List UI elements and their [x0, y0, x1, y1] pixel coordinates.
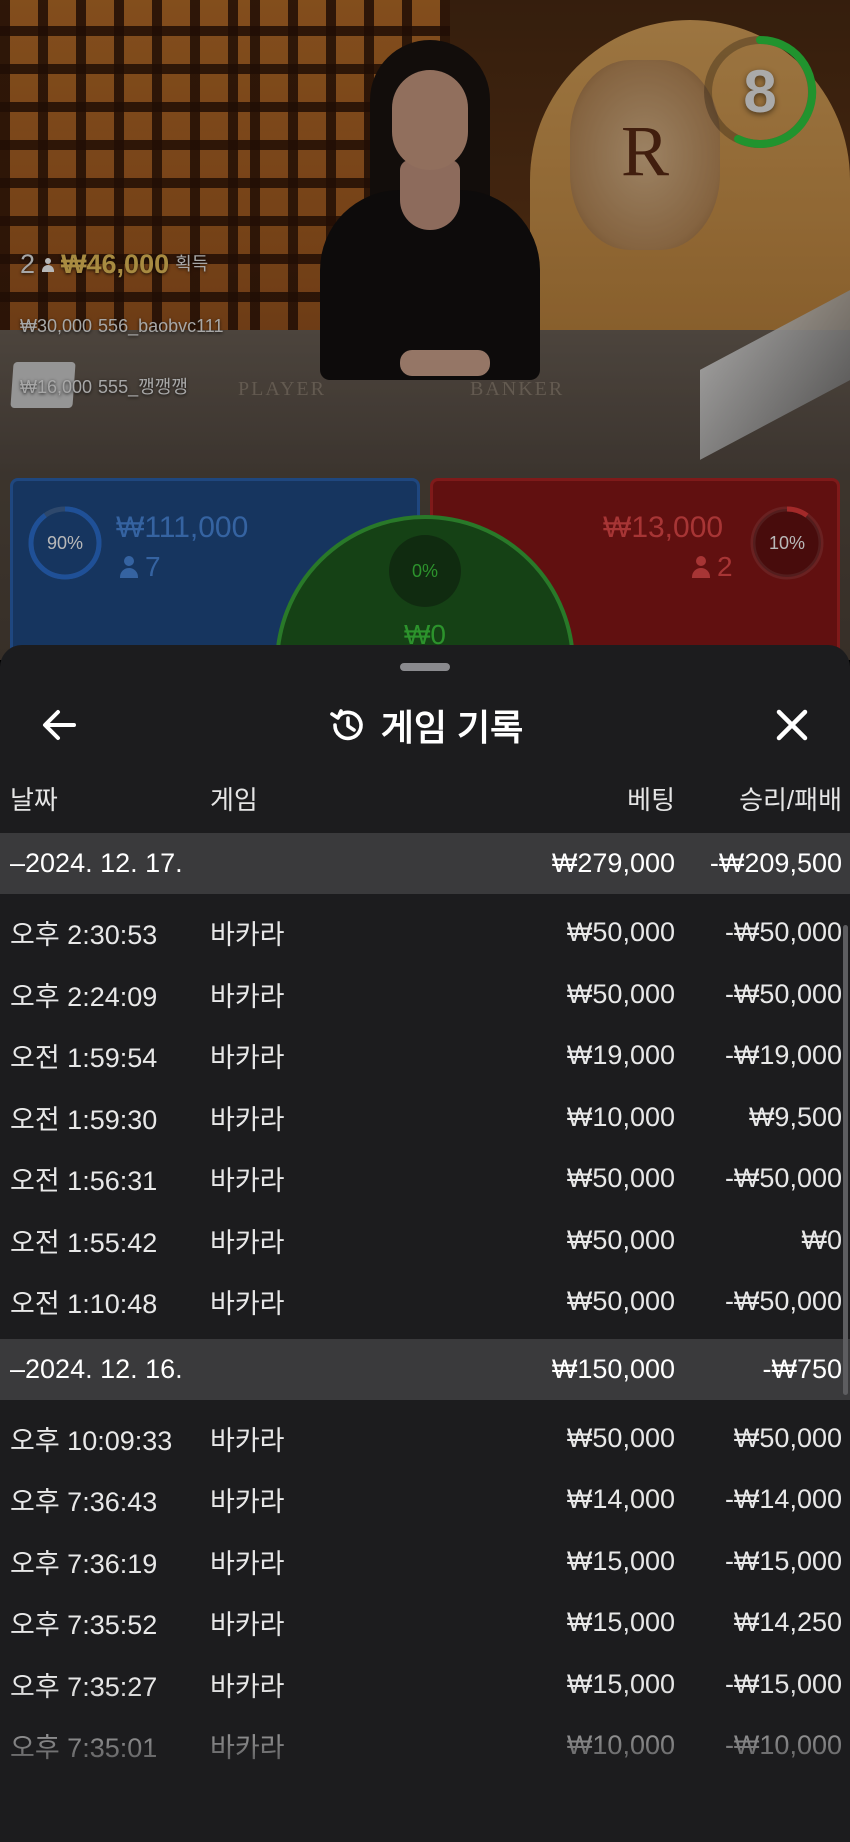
row-bet: ₩50,000 — [566, 1224, 675, 1255]
row-result: -₩50,000 — [724, 978, 842, 1009]
row-time: 오전 1:59:30 — [10, 1104, 158, 1135]
row-game: 바카라 — [210, 1487, 285, 1518]
history-row[interactable]: 오전 1:59:54 바카라 ₩19,000 -₩19,000 — [0, 1025, 850, 1087]
column-date: 날짜 — [10, 785, 58, 815]
history-row[interactable]: 오전 1:10:48 바카라 ₩50,000 -₩50,000 — [0, 1271, 850, 1333]
row-bet: ₩50,000 — [566, 1422, 675, 1453]
row-game: 바카라 — [210, 1548, 285, 1579]
group-bet-total: ₩279,000 — [551, 848, 675, 878]
column-bet: 베팅 — [627, 785, 675, 815]
row-game: 바카라 — [210, 1104, 285, 1135]
scrollbar[interactable] — [843, 925, 848, 1395]
row-bet: ₩15,000 — [566, 1545, 675, 1576]
row-time: 오후 7:35:52 — [10, 1610, 158, 1641]
row-bet: ₩10,000 — [566, 1101, 675, 1132]
history-row[interactable]: 오전 1:56:31 바카라 ₩50,000 -₩50,000 — [0, 1148, 850, 1210]
row-time: 오후 2:30:53 — [10, 920, 158, 951]
group-result-total: -₩750 — [762, 1353, 842, 1384]
date-group-header[interactable]: –2024. 12. 17. ₩279,000 -₩209,500 — [0, 833, 850, 894]
history-row[interactable]: 오후 7:36:43 바카라 ₩14,000 -₩14,000 — [0, 1469, 850, 1531]
row-time: 오후 10:09:33 — [10, 1425, 173, 1456]
history-row[interactable]: 오후 2:24:09 바카라 ₩50,000 -₩50,000 — [0, 964, 850, 1026]
history-row[interactable]: 오전 1:55:42 바카라 ₩50,000 ₩0 — [0, 1210, 850, 1272]
row-result: -₩10,000 — [724, 1730, 842, 1761]
date-group-header[interactable]: –2024. 12. 16. ₩150,000 -₩750 — [0, 1338, 850, 1400]
row-game: 바카라 — [210, 1289, 285, 1320]
history-row[interactable]: 오후 7:35:27 바카라 ₩15,000 -₩15,000 — [0, 1654, 850, 1716]
row-bet: ₩10,000 — [566, 1730, 675, 1761]
group-bet-total: ₩150,000 — [551, 1353, 675, 1384]
row-bet: ₩50,000 — [566, 1286, 675, 1317]
game-history-sheet: 게임 기록 날짜 게임 베팅 승리/패배 –2024. 12. 17. ₩279,… — [0, 645, 850, 1842]
column-game: 게임 — [210, 785, 258, 815]
row-result: ₩9,500 — [748, 1101, 842, 1132]
history-icon — [329, 709, 363, 741]
row-time: 오후 7:36:43 — [10, 1487, 158, 1518]
history-row[interactable]: 오후 7:36:19 바카라 ₩15,000 -₩15,000 — [0, 1531, 850, 1593]
row-result: -₩50,000 — [724, 1163, 842, 1194]
row-bet: ₩50,000 — [566, 1163, 675, 1194]
history-list[interactable]: –2024. 12. 17. ₩279,000 -₩209,500 오후 2:30:5… — [0, 833, 850, 1783]
sheet-header: 게임 기록 — [0, 685, 850, 765]
row-time: 오전 1:59:54 — [10, 1043, 158, 1074]
row-game: 바카라 — [210, 1166, 285, 1197]
row-game: 바카라 — [210, 1227, 285, 1258]
group-date: –2024. 12. 17. — [10, 848, 183, 878]
row-game: 바카라 — [210, 1425, 285, 1456]
close-icon — [776, 709, 808, 741]
row-bet: ₩15,000 — [566, 1668, 675, 1699]
row-time: 오후 7:36:19 — [10, 1548, 158, 1579]
row-time: 오후 7:35:27 — [10, 1671, 158, 1702]
modal-backdrop[interactable] — [0, 0, 850, 660]
history-column-headers: 날짜 게임 베팅 승리/패배 — [0, 780, 850, 820]
sheet-drag-handle[interactable] — [400, 663, 450, 671]
row-game: 바카라 — [210, 981, 285, 1012]
row-bet: ₩50,000 — [566, 978, 675, 1009]
row-result: ₩14,250 — [733, 1607, 842, 1638]
row-result: -₩19,000 — [724, 1040, 842, 1071]
row-time: 오후 2:24:09 — [10, 981, 158, 1012]
row-game: 바카라 — [210, 920, 285, 951]
row-result: -₩50,000 — [724, 917, 842, 948]
row-bet: ₩50,000 — [566, 917, 675, 948]
row-bet: ₩14,000 — [566, 1484, 675, 1515]
history-row[interactable]: 오전 1:59:30 바카라 ₩10,000 ₩9,500 — [0, 1087, 850, 1149]
row-time: 오전 1:56:31 — [10, 1166, 158, 1197]
group-result-total: -₩209,500 — [709, 848, 842, 878]
row-game: 바카라 — [210, 1610, 285, 1641]
group-date: –2024. 12. 16. — [10, 1353, 183, 1384]
history-row[interactable]: 오후 2:30:53 바카라 ₩50,000 -₩50,000 — [0, 902, 850, 964]
history-row[interactable]: 오후 7:35:01 바카라 ₩10,000 -₩10,000 — [0, 1715, 850, 1777]
row-bet: ₩19,000 — [566, 1040, 675, 1071]
history-row[interactable]: 오후 10:09:33 바카라 ₩50,000 ₩50,000 — [0, 1408, 850, 1470]
row-bet: ₩15,000 — [566, 1607, 675, 1638]
row-time: 오후 7:35:01 — [10, 1733, 158, 1764]
row-result: -₩50,000 — [724, 1286, 842, 1317]
row-game: 바카라 — [210, 1733, 285, 1764]
row-game: 바카라 — [210, 1671, 285, 1702]
row-game: 바카라 — [210, 1043, 285, 1074]
row-result: -₩14,000 — [724, 1484, 842, 1515]
close-button[interactable] — [762, 695, 822, 755]
column-result: 승리/패배 — [739, 785, 842, 815]
row-time: 오전 1:55:42 — [10, 1227, 158, 1258]
row-result: -₩15,000 — [724, 1545, 842, 1576]
row-result: ₩0 — [801, 1224, 843, 1255]
row-result: ₩50,000 — [733, 1422, 842, 1453]
row-time: 오전 1:10:48 — [10, 1289, 158, 1320]
history-row[interactable]: 오후 7:35:52 바카라 ₩15,000 ₩14,250 — [0, 1592, 850, 1654]
live-video: R PLAYER BANKER 8 2 ₩46,000 획득 ₩30,000 5… — [0, 0, 850, 660]
row-result: -₩15,000 — [724, 1668, 842, 1699]
sheet-title: 게임 기록 — [380, 707, 524, 748]
